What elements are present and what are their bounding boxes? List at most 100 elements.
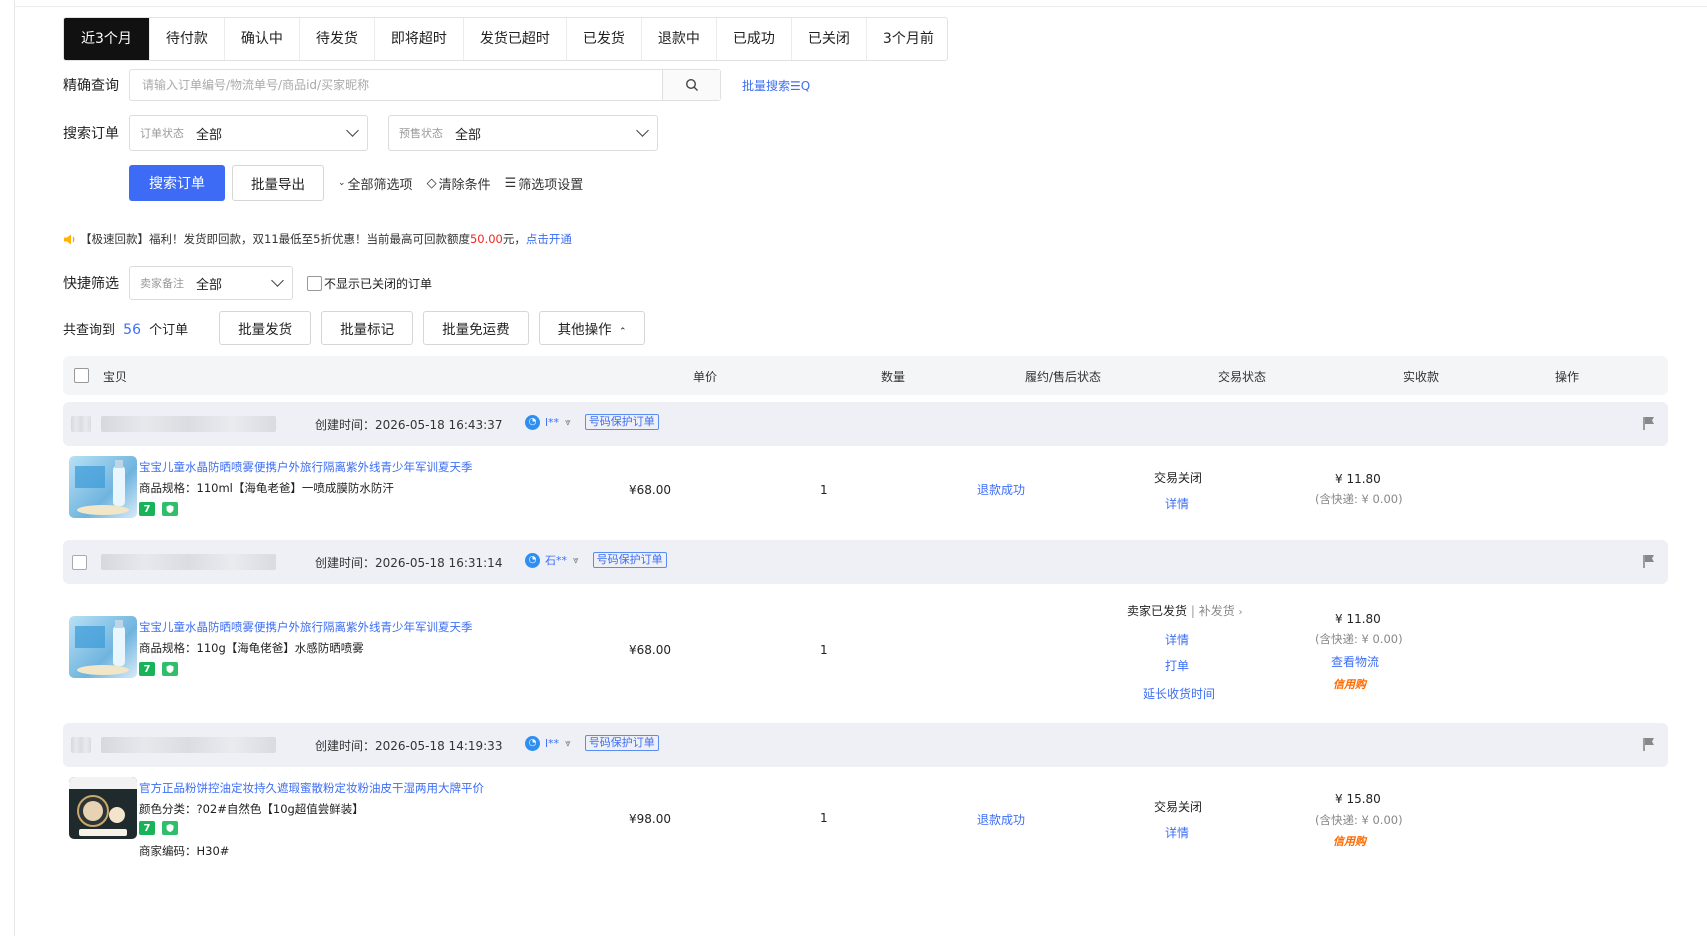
order-checkbox[interactable]: [72, 555, 87, 570]
batch-export-button[interactable]: 批量导出: [232, 165, 324, 201]
other-operations-button[interactable]: 其他操作 ⌃: [538, 311, 646, 345]
tab-succeeded[interactable]: 已成功: [717, 18, 792, 60]
filter-settings-label: 筛选项设置: [518, 177, 584, 193]
product-image[interactable]: [69, 456, 137, 518]
order-detail-link[interactable]: 详情: [1165, 631, 1189, 648]
service-badges: 7: [139, 662, 178, 676]
buyer-info[interactable]: ◔ 石** ⩔ 号码保护订单: [525, 552, 667, 568]
quantity: 1: [820, 811, 828, 825]
blurred-order-number: [101, 416, 276, 432]
tab-closed[interactable]: 已关闭: [792, 18, 867, 60]
other-operations-label: 其他操作: [557, 322, 612, 338]
blurred-checkbox: [71, 416, 91, 432]
header-trade-status: 交易状态: [1218, 370, 1267, 384]
tab-confirming[interactable]: 确认中: [225, 18, 300, 60]
merchant-code: 商家编码：H30#: [139, 844, 230, 858]
trade-status: 交易关闭: [1154, 471, 1203, 485]
tab-last-3-months[interactable]: 近3个月: [64, 18, 150, 60]
promo-activate-link[interactable]: 点击开通: [526, 231, 572, 247]
resend-link[interactable]: 补发货: [1199, 604, 1235, 618]
service-badges: 7: [139, 821, 178, 835]
buyer-name: 石**: [545, 554, 567, 567]
received-amount: ¥ 15.80: [1335, 792, 1381, 806]
chevron-right-icon: ›: [1238, 607, 1243, 618]
product-spec: 商品规格：110g【海龟佬爸】水感防晒喷雾: [139, 641, 364, 655]
summary-row: 共查询到 56 个订单 批量发货 批量标记 批量免运费 其他操作 ⌃: [63, 311, 646, 345]
precise-search-row: 精确查询 批量搜索☰Q: [63, 69, 810, 101]
credit-purchase-badge: 信用购: [1333, 835, 1366, 848]
quantity: 1: [820, 483, 828, 497]
tab-pending-shipment[interactable]: 待发货: [300, 18, 375, 60]
batch-mark-button[interactable]: 批量标记: [321, 311, 414, 345]
wangwang-icon: ◔: [525, 414, 540, 430]
chevron-down-icon: ⌄: [338, 178, 346, 188]
product-title-link[interactable]: 宝宝儿童水晶防晒喷雾便携户外旅行隔离紫外线青少年军训夏天季: [139, 619, 473, 635]
search-orders-button[interactable]: 搜索订单: [129, 165, 225, 201]
product-title-link[interactable]: 宝宝儿童水晶防晒喷雾便携户外旅行隔离紫外线青少年军训夏天季: [139, 459, 473, 475]
header-quantity: 数量: [881, 370, 906, 384]
flag-icon[interactable]: [1642, 416, 1656, 430]
batch-ship-button[interactable]: 批量发货: [219, 311, 312, 345]
filter-icon: ⩔: [565, 416, 571, 428]
tab-shipment-overdue[interactable]: 发货已超时: [464, 18, 567, 60]
header-item: 宝贝: [103, 370, 128, 384]
search-orders-row: 搜索订单 订单状态 全部 预售状态 全部: [63, 115, 658, 151]
product-image[interactable]: [69, 616, 137, 678]
promo-suffix: 元，: [502, 232, 526, 246]
order-header: 创建时间：2026-05-18 14:19:33 ◔ l** ⩔ 号码保护订单: [63, 723, 1668, 767]
batch-free-shipping-button[interactable]: 批量免运费: [423, 311, 529, 345]
blurred-checkbox: [71, 737, 91, 753]
tab-pending-payment[interactable]: 待付款: [150, 18, 225, 60]
tab-older-than-3-months[interactable]: 3个月前: [867, 18, 947, 60]
filter-settings-link[interactable]: ☰ 筛选项设置: [505, 174, 584, 193]
order-status-select[interactable]: 订单状态 全部: [129, 115, 368, 151]
order-detail-link[interactable]: 详情: [1165, 824, 1189, 841]
product-image[interactable]: [69, 777, 137, 839]
shipping-fee: (含快递: ¥ 0.00): [1315, 492, 1403, 506]
fulfillment-status-link[interactable]: 退款成功: [977, 481, 1025, 498]
shipping-fee: (含快递: ¥ 0.00): [1315, 632, 1403, 646]
credit-purchase-badge: 信用购: [1333, 678, 1366, 691]
tab-shipped[interactable]: 已发货: [567, 18, 642, 60]
result-count-text: 共查询到 56 个订单: [63, 319, 188, 338]
hide-closed-label: 不显示已关闭的订单: [324, 276, 433, 291]
shipping-fee: (含快递: ¥ 0.00): [1315, 813, 1403, 827]
hide-closed-checkbox[interactable]: [307, 275, 322, 291]
all-filters-toggle[interactable]: ⌄ 全部筛选项: [338, 174, 413, 193]
fulfillment-status-link[interactable]: 退款成功: [977, 811, 1025, 828]
print-order-link[interactable]: 打单: [1165, 657, 1189, 674]
tab-about-to-timeout[interactable]: 即将超时: [375, 18, 464, 60]
filter-icon: ⩔: [565, 737, 571, 749]
search-button[interactable]: [662, 70, 720, 100]
header-price: 单价: [693, 370, 718, 384]
flag-icon[interactable]: [1642, 554, 1656, 568]
presale-status-value: 全部: [455, 127, 482, 143]
seller-note-prefix: 卖家备注: [140, 277, 184, 290]
flag-icon[interactable]: [1642, 737, 1656, 751]
service-badges: 7: [139, 502, 178, 516]
product-title-link[interactable]: 官方正品粉饼控油定妆持久遮瑕蜜散粉定妆粉油皮干湿两用大牌平价: [139, 780, 484, 796]
order-detail-link[interactable]: 详情: [1165, 495, 1189, 512]
precise-search-input[interactable]: [130, 70, 662, 100]
seven-day-return-icon: 7: [139, 502, 155, 516]
presale-status-select[interactable]: 预售状态 全部: [388, 115, 658, 151]
buyer-info[interactable]: ◔ l** ⩔ 号码保护订单: [525, 414, 659, 430]
compact-powder-icon: [69, 777, 137, 836]
top-divider: [14, 6, 1707, 7]
view-logistics-link[interactable]: 查看物流: [1331, 653, 1379, 670]
order-created-time: 创建时间：2026-05-18 16:31:14: [315, 556, 503, 570]
number-protection-tag: 号码保护订单: [584, 735, 659, 751]
clear-conditions-link[interactable]: ◇ 清除条件: [427, 174, 491, 193]
received-amount: ¥ 11.80: [1335, 472, 1381, 486]
select-all-checkbox[interactable]: [74, 368, 89, 383]
promo-banner: 【极速回款】福利！发货即回款，双11最低至5折优惠！当前最高可回款额度 50.0…: [63, 231, 572, 247]
batch-search-link[interactable]: 批量搜索☰Q: [742, 77, 810, 94]
trade-status-shipped: 卖家已发货 | 补发货 ›: [1127, 602, 1243, 619]
product-spec: 颜色分类：?02#自然色【10g超值尝鲜装】: [139, 802, 364, 816]
extend-receipt-link[interactable]: 延长收货时间: [1143, 685, 1215, 702]
tab-refunding[interactable]: 退款中: [642, 18, 717, 60]
speaker-icon: [64, 234, 75, 244]
product-spec: 商品规格：110ml【海龟老爸】一喷成膜防水防汗: [139, 481, 394, 495]
seller-note-select[interactable]: 卖家备注 全部: [129, 266, 293, 300]
buyer-info[interactable]: ◔ l** ⩔ 号码保护订单: [525, 735, 659, 751]
